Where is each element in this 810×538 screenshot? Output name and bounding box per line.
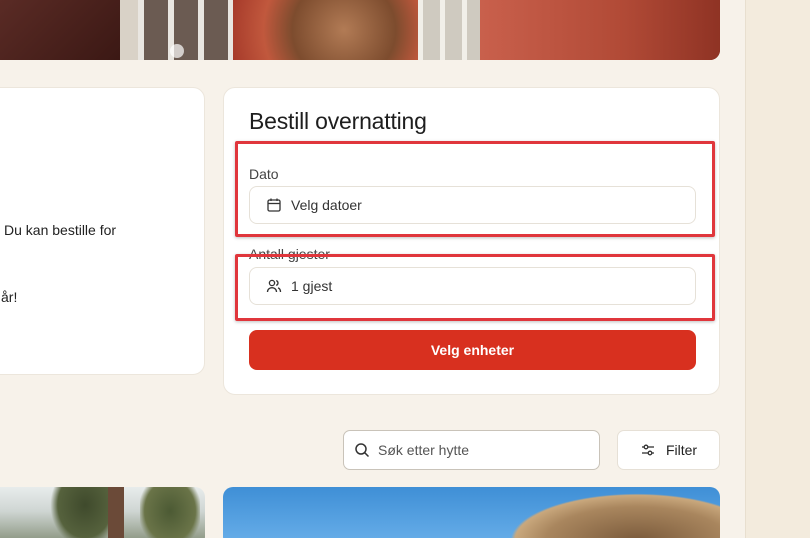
info-text-line: år!: [1, 289, 18, 305]
cabin-search[interactable]: [343, 430, 600, 470]
filter-button[interactable]: Filter: [617, 430, 720, 470]
search-icon: [354, 442, 370, 458]
cabin-card-image[interactable]: [223, 487, 720, 538]
info-text-line: Du kan bestille for: [4, 222, 117, 238]
booking-title: Bestill overnatting: [249, 108, 427, 134]
search-input[interactable]: [378, 442, 588, 458]
right-margin: [745, 0, 810, 538]
select-units-button[interactable]: Velg enheter: [249, 330, 696, 370]
info-card: Du kan bestille for år!: [0, 87, 205, 375]
hero-photo: [0, 0, 720, 60]
guests-field-highlight: [235, 254, 715, 321]
carousel-control-icon[interactable]: [170, 44, 184, 58]
date-field-highlight: [235, 141, 715, 237]
cabin-card-image[interactable]: [0, 487, 205, 538]
sliders-icon: [640, 442, 656, 458]
booking-card: Bestill overnatting Dato Velg datoer Ant…: [223, 87, 720, 395]
filter-label: Filter: [665, 442, 698, 458]
